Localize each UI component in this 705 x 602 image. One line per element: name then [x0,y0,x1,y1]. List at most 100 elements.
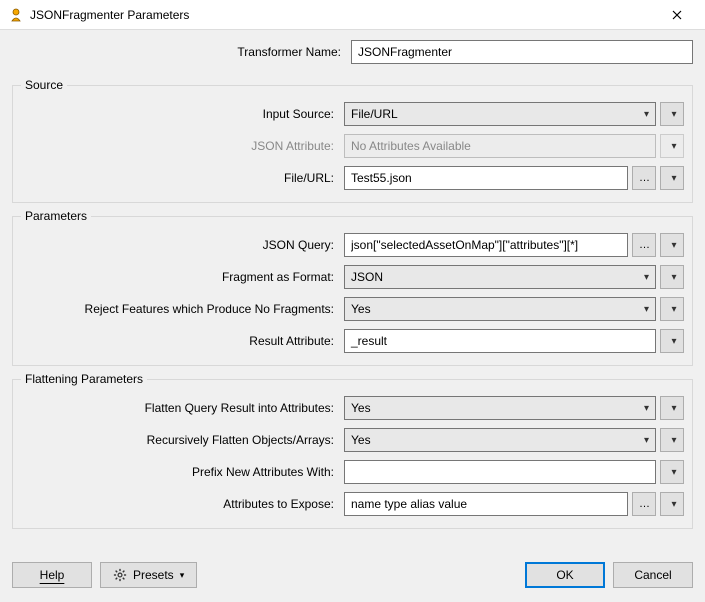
json-query-row: JSON Query: json["selectedAssetOnMap"]["… [21,233,684,257]
help-label: Help [40,568,65,582]
chevron-down-icon: ▾ [180,570,185,581]
presets-button[interactable]: Presets ▾ [100,562,197,588]
reject-row: Reject Features which Produce No Fragmen… [21,297,684,321]
flatten-result-select[interactable]: Yes ▾ [344,396,656,420]
app-icon [8,7,24,23]
json-query-value: json["selectedAssetOnMap"]["attributes"]… [351,238,578,252]
prefix-label: Prefix New Attributes With: [21,465,340,479]
input-source-value: File/URL [351,107,398,121]
transformer-name-row: Transformer Name: JSONFragmenter [12,40,693,64]
result-attr-row: Result Attribute: _result ▾ [21,329,684,353]
ok-label: OK [556,568,573,582]
json-query-input[interactable]: json["selectedAssetOnMap"]["attributes"]… [344,233,628,257]
json-query-options-button[interactable]: ▾ [660,233,684,257]
recursive-options-button[interactable]: ▾ [660,428,684,452]
fragment-format-row: Fragment as Format: JSON ▾ ▾ [21,265,684,289]
flattening-group: Flattening Parameters Flatten Query Resu… [12,372,693,529]
recursive-select[interactable]: Yes ▾ [344,428,656,452]
gear-icon [113,568,127,582]
ok-button[interactable]: OK [525,562,605,588]
chevron-down-icon: ▾ [644,435,649,446]
expose-edit-button[interactable] [632,492,656,516]
footer: Help Presets ▾ OK Cancel [12,554,693,598]
json-attribute-row: JSON Attribute: No Attributes Available … [21,134,684,158]
file-url-input[interactable]: Test55.json [344,166,628,190]
reject-select[interactable]: Yes ▾ [344,297,656,321]
parameters-group: Parameters JSON Query: json["selectedAss… [12,209,693,366]
source-legend: Source [21,78,67,92]
ellipsis-icon [639,239,649,251]
transformer-name-label: Transformer Name: [12,45,347,59]
window-title: JSONFragmenter Parameters [30,8,657,22]
input-source-row: Input Source: File/URL ▾ ▾ [21,102,684,126]
chevron-down-icon: ▾ [644,304,649,315]
chevron-down-icon: ▾ [671,240,676,251]
expose-options-button[interactable]: ▾ [660,492,684,516]
transformer-name-input[interactable]: JSONFragmenter [351,40,693,64]
chevron-down-icon: ▾ [644,109,649,120]
titlebar: JSONFragmenter Parameters [0,0,705,30]
flattening-legend: Flattening Parameters [21,372,147,386]
cancel-label: Cancel [634,568,671,582]
parameters-legend: Parameters [21,209,91,223]
expose-row: Attributes to Expose: name type alias va… [21,492,684,516]
fragment-format-options-button[interactable]: ▾ [660,265,684,289]
source-group: Source Input Source: File/URL ▾ ▾ JSON A… [12,78,693,203]
recursive-label: Recursively Flatten Objects/Arrays: [21,433,340,447]
expose-value: name type alias value [351,497,467,511]
recursive-row: Recursively Flatten Objects/Arrays: Yes … [21,428,684,452]
chevron-down-icon: ▾ [671,173,676,184]
chevron-down-icon: ▾ [644,272,649,283]
fragment-format-select[interactable]: JSON ▾ [344,265,656,289]
chevron-down-icon: ▾ [671,435,676,446]
chevron-down-icon: ▾ [671,141,676,152]
chevron-down-icon: ▾ [671,109,676,120]
chevron-down-icon: ▾ [671,336,676,347]
json-attribute-value: No Attributes Available [351,139,471,153]
chevron-down-icon: ▾ [671,467,676,478]
prefix-options-button[interactable]: ▾ [660,460,684,484]
json-query-edit-button[interactable] [632,233,656,257]
ellipsis-icon [639,172,649,184]
help-button[interactable]: Help [12,562,92,588]
flatten-result-options-button[interactable]: ▾ [660,396,684,420]
close-button[interactable] [657,1,697,29]
input-source-select[interactable]: File/URL ▾ [344,102,656,126]
flatten-result-row: Flatten Query Result into Attributes: Ye… [21,396,684,420]
fragment-format-label: Fragment as Format: [21,270,340,284]
ellipsis-icon [639,498,649,510]
flatten-result-value: Yes [351,401,371,415]
chevron-down-icon: ▾ [671,272,676,283]
file-url-options-button[interactable]: ▾ [660,166,684,190]
flatten-result-label: Flatten Query Result into Attributes: [21,401,340,415]
result-attr-value: _result [351,334,387,348]
json-attribute-options-button: ▾ [660,134,684,158]
dialog-body: Transformer Name: JSONFragmenter Source … [0,30,705,602]
result-attr-options-button[interactable]: ▾ [660,329,684,353]
reject-options-button[interactable]: ▾ [660,297,684,321]
chevron-down-icon: ▾ [671,499,676,510]
input-source-label: Input Source: [21,107,340,121]
prefix-row: Prefix New Attributes With: ▾ [21,460,684,484]
transformer-name-value: JSONFragmenter [358,45,452,59]
recursive-value: Yes [351,433,371,447]
json-attribute-label: JSON Attribute: [21,139,340,153]
result-attr-label: Result Attribute: [21,334,340,348]
chevron-down-icon: ▾ [671,403,676,414]
json-query-label: JSON Query: [21,238,340,252]
file-url-value: Test55.json [351,171,412,185]
json-attribute-input: No Attributes Available [344,134,656,158]
chevron-down-icon: ▾ [644,403,649,414]
file-url-label: File/URL: [21,171,340,185]
fragment-format-value: JSON [351,270,383,284]
expose-input[interactable]: name type alias value [344,492,628,516]
file-url-row: File/URL: Test55.json ▾ [21,166,684,190]
prefix-input[interactable] [344,460,656,484]
file-url-browse-button[interactable] [632,166,656,190]
input-source-options-button[interactable]: ▾ [660,102,684,126]
cancel-button[interactable]: Cancel [613,562,693,588]
chevron-down-icon: ▾ [671,304,676,315]
result-attr-input[interactable]: _result [344,329,656,353]
reject-value: Yes [351,302,371,316]
expose-label: Attributes to Expose: [21,497,340,511]
